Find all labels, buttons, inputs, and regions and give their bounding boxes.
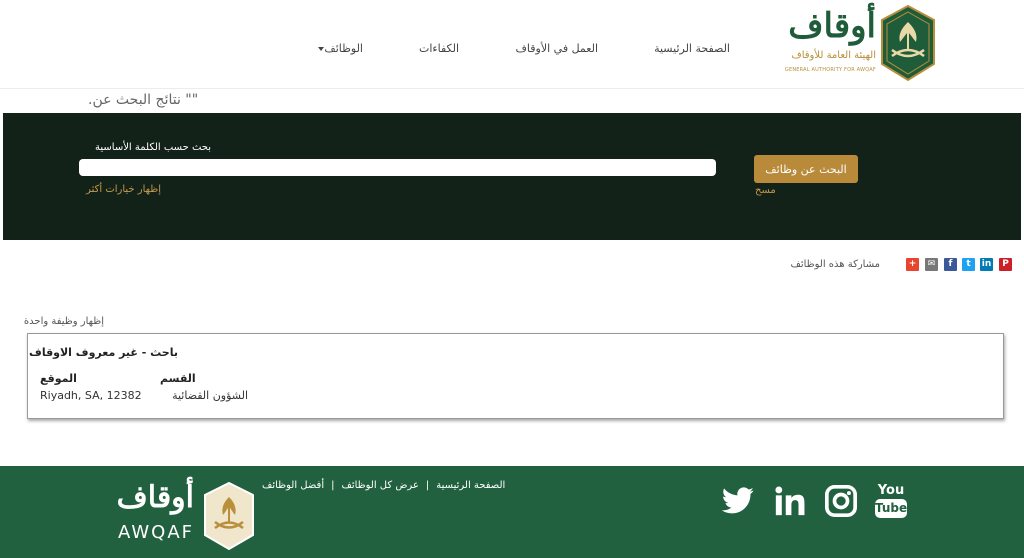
linkedin-icon[interactable]: in [980, 258, 993, 271]
awqaf-emblem-icon [881, 4, 935, 82]
more-share-icon[interactable]: + [906, 258, 919, 271]
department-value: الشؤون القضائية [172, 389, 248, 402]
youtube-you-text: You [877, 483, 905, 498]
nav-home[interactable]: الصفحة الرئيسية [654, 42, 730, 55]
logo-subtitle-en: GENERAL AUTHORITY FOR AWQAF [784, 67, 876, 73]
location-label: الموقع [40, 372, 77, 385]
footer-link-best-jobs[interactable]: أفضل الوظائف [262, 480, 324, 491]
share-label: مشاركة هذه الوظائف [790, 259, 880, 270]
keyword-search-input[interactable] [79, 159, 716, 176]
awqaf-emblem-icon [204, 481, 254, 551]
linkedin-icon[interactable] [772, 484, 808, 518]
pinterest-icon[interactable]: P [999, 258, 1012, 271]
nav-work-at-awqaf[interactable]: العمل في الأوقاف [516, 42, 598, 55]
footer-separator: | [425, 480, 430, 491]
youtube-icon[interactable]: You Tube [873, 484, 909, 518]
search-results-title: "" نتائج البحث عن. [88, 92, 199, 108]
twitter-icon[interactable]: t [962, 258, 975, 271]
footer-links: أفضل الوظائف | عرض كل الوظائف | الصفحة ا… [262, 480, 542, 491]
instagram-icon[interactable] [823, 484, 859, 518]
facebook-icon[interactable]: f [944, 258, 957, 271]
nav-competencies[interactable]: الكفاءات [419, 42, 459, 55]
logo-text: أوقاف [788, 6, 876, 46]
nav-jobs-dropdown[interactable]: الوظائف [315, 42, 363, 55]
clear-link[interactable]: مسح [755, 185, 776, 196]
site-header: أوقاف الهيئة العامة للأوقاف GENERAL AUTH… [0, 0, 1024, 89]
logo-subtitle-ar: الهيئة العامة للأوقاف [791, 50, 876, 61]
awqaf-logo[interactable]: أوقاف الهيئة العامة للأوقاف GENERAL AUTH… [772, 4, 942, 84]
email-icon[interactable]: ✉ [925, 258, 938, 271]
job-card: باحث - غير معروف الاوقاف الموقع Riyadh, … [27, 333, 1004, 419]
footer-brand-en: AWQAF [118, 522, 194, 543]
footer-link-home[interactable]: الصفحة الرئيسية [436, 480, 505, 491]
search-panel [3, 113, 1021, 240]
twitter-icon[interactable] [720, 484, 756, 518]
youtube-tube-text: Tube [875, 499, 907, 518]
show-more-options-link[interactable]: إظهار خيارات أكثر [79, 184, 161, 195]
footer-brand: أوقاف [116, 480, 194, 515]
keyword-label: بحث حسب الكلمة الأساسية [95, 142, 211, 153]
job-title-link[interactable]: باحث - غير معروف الاوقاف [29, 346, 178, 359]
site-footer: أوقاف AWQAF أفضل الوظائف | عرض كل الوظائ… [0, 466, 1024, 558]
footer-separator: | [331, 480, 335, 491]
footer-link-all-jobs[interactable]: عرض كل الوظائف [342, 480, 419, 491]
department-label: القسم [160, 372, 196, 385]
location-value: Riyadh, SA, 12382 [40, 389, 142, 402]
share-icons: + ✉ f t in P [906, 258, 1012, 272]
nav-jobs-label: الوظائف [324, 42, 363, 55]
results-count: إظهار وظيفة واحدة [23, 316, 104, 327]
search-jobs-button[interactable]: البحث عن وظائف [754, 155, 858, 183]
